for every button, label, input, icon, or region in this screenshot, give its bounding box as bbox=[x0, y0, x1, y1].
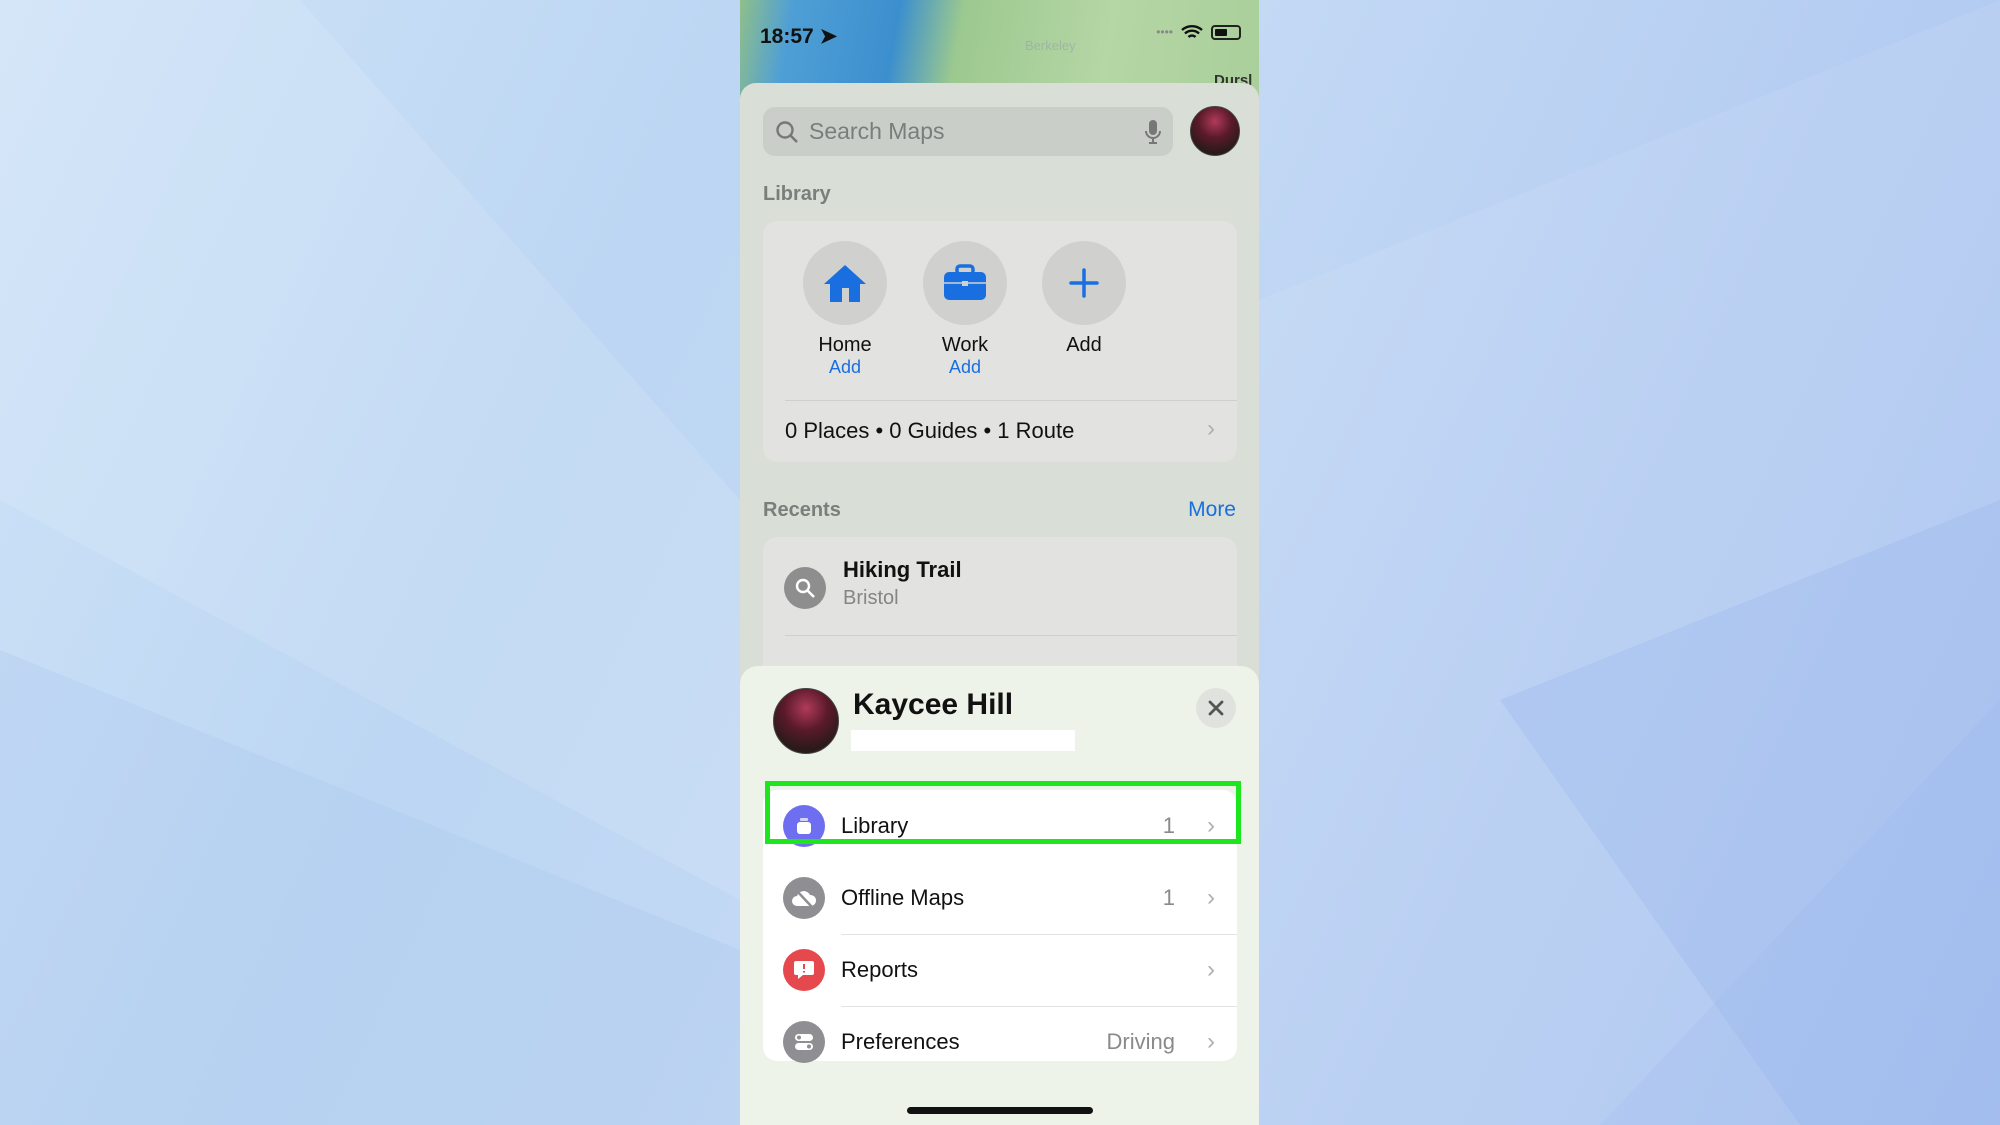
home-add-link[interactable]: Add bbox=[785, 357, 905, 378]
work-add-link[interactable]: Add bbox=[905, 357, 1025, 378]
recent-title: Hiking Trail bbox=[843, 557, 962, 582]
add-label: Add bbox=[1066, 334, 1102, 356]
recent-subtitle: Bristol bbox=[843, 587, 899, 609]
map-label: Berkeley bbox=[1025, 38, 1076, 53]
status-icons: •••• bbox=[1156, 24, 1241, 40]
chevron-right-icon: › bbox=[1207, 956, 1215, 983]
divider bbox=[785, 635, 1237, 636]
search-input[interactable]: Search Maps bbox=[763, 107, 1173, 156]
highlight-box bbox=[765, 781, 1241, 844]
menu-label: Reports bbox=[841, 957, 919, 982]
battery-icon bbox=[1211, 24, 1241, 40]
search-placeholder: Search Maps bbox=[809, 118, 945, 144]
library-summary-row[interactable]: 0 Places • 0 Guides • 1 Route › bbox=[763, 401, 1237, 462]
chevron-right-icon: › bbox=[1207, 415, 1215, 442]
cloud-off-icon bbox=[783, 877, 825, 919]
menu-item-reports[interactable]: Reports › bbox=[763, 934, 1237, 1006]
profile-avatar bbox=[773, 688, 839, 754]
work-shortcut[interactable]: Work Add bbox=[905, 241, 1025, 378]
close-button[interactable] bbox=[1196, 688, 1236, 728]
microphone-icon[interactable] bbox=[1145, 119, 1161, 145]
library-heading: Library bbox=[763, 183, 831, 205]
menu-label: Offline Maps bbox=[841, 885, 965, 910]
home-indicator[interactable] bbox=[907, 1107, 1093, 1114]
menu-item-preferences[interactable]: Preferences Driving › bbox=[763, 1006, 1237, 1078]
toggles-icon bbox=[783, 1021, 825, 1063]
work-label: Work bbox=[941, 334, 989, 356]
profile-sheet: Kaycee Hill Library 1 › Offline Maps 1 ›… bbox=[740, 666, 1259, 1125]
home-shortcut[interactable]: Home Add bbox=[785, 241, 905, 378]
add-shortcut[interactable]: Add bbox=[1024, 241, 1144, 357]
profile-name: Kaycee Hill bbox=[853, 688, 1014, 721]
phone-screen: Berkeley Dursl 18:57 ➤ •••• Search Maps … bbox=[740, 0, 1259, 1125]
location-arrow-icon: ➤ bbox=[819, 25, 838, 48]
profile-avatar-button[interactable] bbox=[1190, 106, 1240, 156]
report-bubble-icon bbox=[783, 949, 825, 991]
wifi-icon bbox=[1181, 25, 1203, 38]
menu-value: Driving bbox=[1106, 1029, 1175, 1054]
close-icon bbox=[1208, 700, 1224, 716]
search-icon bbox=[776, 120, 798, 143]
menu-label: Preferences bbox=[841, 1029, 960, 1054]
signal-icon: •••• bbox=[1156, 25, 1173, 39]
recents-heading: Recents bbox=[763, 499, 841, 521]
home-label: Home bbox=[818, 334, 872, 356]
chevron-right-icon: › bbox=[1207, 884, 1215, 911]
briefcase-icon bbox=[923, 241, 1007, 325]
recent-item[interactable]: Hiking Trail Bristol bbox=[763, 537, 1237, 635]
status-time: 18:57 ➤ bbox=[760, 24, 837, 49]
chevron-right-icon: › bbox=[1207, 1028, 1215, 1055]
library-summary: 0 Places • 0 Guides • 1 Route bbox=[785, 418, 1075, 443]
menu-item-offline-maps[interactable]: Offline Maps 1 › bbox=[763, 862, 1237, 934]
house-icon bbox=[803, 241, 887, 325]
search-icon bbox=[784, 567, 826, 609]
recents-more-link[interactable]: More bbox=[1188, 498, 1236, 522]
plus-icon bbox=[1042, 241, 1126, 325]
redacted-email bbox=[851, 730, 1075, 751]
menu-value: 1 bbox=[1162, 885, 1175, 910]
time-text: 18:57 bbox=[760, 25, 814, 48]
library-card: Home Add Work Add Add 0 Places • 0 Guide… bbox=[763, 221, 1237, 462]
